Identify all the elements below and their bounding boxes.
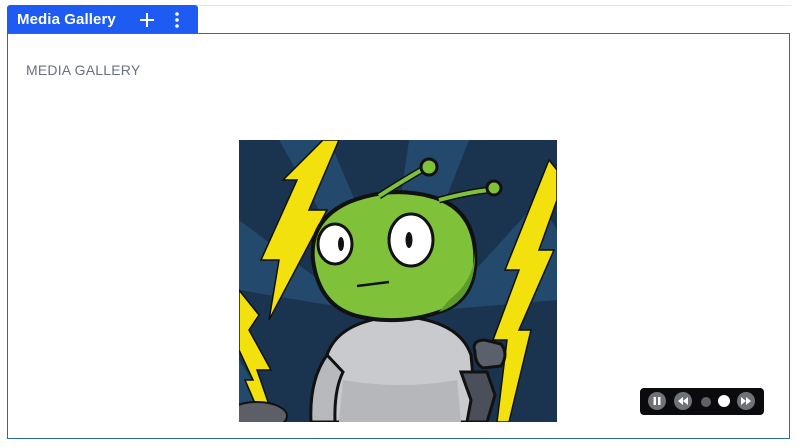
block-title[interactable]: Media Gallery	[17, 11, 116, 28]
media-gallery-block: MEDIA GALLERY	[7, 33, 790, 439]
more-options-button[interactable]	[169, 10, 185, 30]
plus-icon	[140, 13, 154, 27]
rewind-icon	[678, 397, 688, 405]
gallery-heading: MEDIA GALLERY	[26, 62, 141, 78]
alien-illustration	[239, 140, 557, 422]
slide-dot-1[interactable]	[701, 397, 711, 407]
gallery-slide-image[interactable]	[239, 140, 557, 422]
slideshow-controls	[640, 388, 764, 415]
block-toolbar: Media Gallery	[7, 5, 198, 34]
vertical-dots-icon	[175, 12, 179, 28]
fast-forward-icon	[741, 397, 751, 405]
slide-dot-2-active[interactable]	[718, 395, 730, 407]
add-button[interactable]	[137, 10, 157, 30]
pause-button[interactable]	[648, 392, 666, 410]
pause-icon	[653, 397, 661, 405]
previous-slide-button[interactable]	[674, 392, 692, 410]
top-divider	[197, 5, 791, 6]
next-slide-button[interactable]	[737, 392, 755, 410]
